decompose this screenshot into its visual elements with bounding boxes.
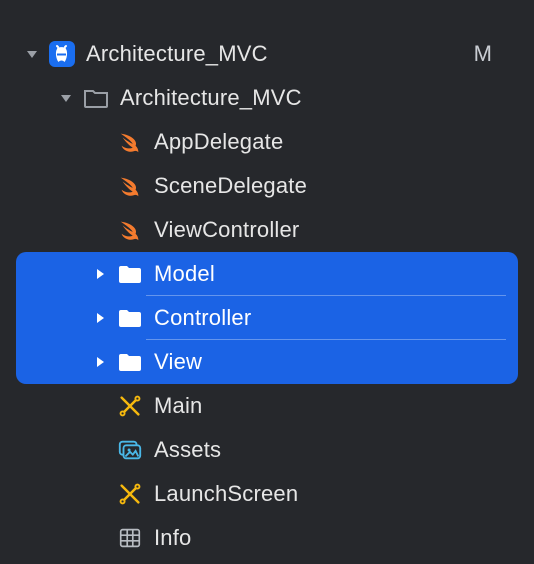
- project-navigator[interactable]: Architecture_MVC M Architecture_MVC AppD…: [0, 0, 534, 560]
- folder-icon: [116, 348, 144, 376]
- storyboard-file-icon: [116, 392, 144, 420]
- tree-item-label: Architecture_MVC: [86, 41, 474, 67]
- disclosure-triangle-right-icon[interactable]: [90, 352, 110, 372]
- tree-item-label: Info: [154, 525, 498, 551]
- tree-row-file[interactable]: AppDelegate: [16, 120, 518, 164]
- folder-icon: [116, 304, 144, 332]
- tree-row-file[interactable]: Assets: [16, 428, 518, 472]
- tree-row-file[interactable]: ViewController: [16, 208, 518, 252]
- tree-row-group[interactable]: Architecture_MVC: [16, 76, 518, 120]
- tree-item-label: Main: [154, 393, 498, 419]
- swift-file-icon: [116, 128, 144, 156]
- tree-item-label: ViewController: [154, 217, 498, 243]
- folder-open-icon: [82, 84, 110, 112]
- tree-row-folder-selected[interactable]: Controller: [16, 296, 518, 340]
- swift-file-icon: [116, 216, 144, 244]
- folder-icon: [116, 260, 144, 288]
- disclosure-triangle-right-icon[interactable]: [90, 264, 110, 284]
- tree-row-file[interactable]: Info: [16, 516, 518, 560]
- swift-file-icon: [116, 172, 144, 200]
- disclosure-triangle-down-icon[interactable]: [56, 88, 76, 108]
- tree-item-label: SceneDelegate: [154, 173, 498, 199]
- tree-item-label: View: [154, 349, 498, 375]
- tree-item-label: Model: [154, 261, 498, 287]
- tree-item-label: Architecture_MVC: [120, 85, 498, 111]
- tree-row-project-root[interactable]: Architecture_MVC M: [16, 32, 518, 76]
- assets-catalog-icon: [116, 436, 144, 464]
- disclosure-triangle-down-icon[interactable]: [22, 44, 42, 64]
- tree-item-label: AppDelegate: [154, 129, 498, 155]
- tree-row-file[interactable]: Main: [16, 384, 518, 428]
- tree-row-folder-selected[interactable]: Model: [16, 252, 518, 296]
- app-target-icon: [48, 40, 76, 68]
- tree-item-label: Assets: [154, 437, 498, 463]
- disclosure-triangle-right-icon[interactable]: [90, 308, 110, 328]
- tree-row-folder-selected[interactable]: View: [16, 340, 518, 384]
- tree-item-label: Controller: [154, 305, 498, 331]
- tree-row-file[interactable]: SceneDelegate: [16, 164, 518, 208]
- tree-row-file[interactable]: LaunchScreen: [16, 472, 518, 516]
- scm-status-badge: M: [474, 41, 498, 67]
- storyboard-file-icon: [116, 480, 144, 508]
- plist-file-icon: [116, 524, 144, 552]
- tree-item-label: LaunchScreen: [154, 481, 498, 507]
